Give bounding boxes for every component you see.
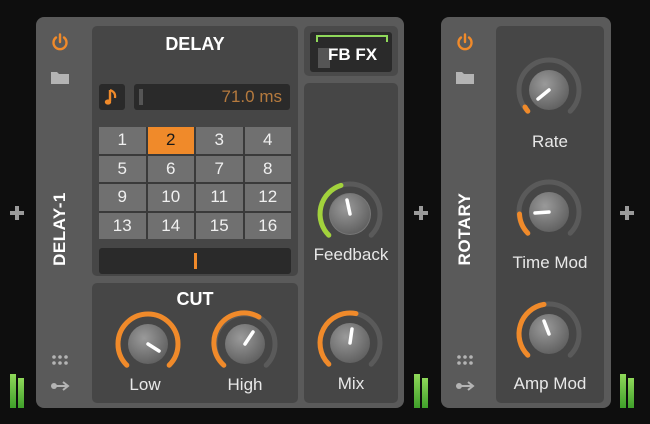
step-cell[interactable]: 7 <box>196 155 243 182</box>
step-cell[interactable]: 15 <box>196 212 243 239</box>
delay-step-grid: 1 2 3 4 5 6 7 8 9 10 11 12 13 14 15 16 <box>99 127 291 239</box>
delay-device: DELAY-1 DELAY 71.0 ms 1 2 3 4 5 6 7 8 9 10 11 12 13 1… <box>36 17 404 408</box>
add-device-button-right[interactable] <box>620 206 634 220</box>
feedback-knob[interactable] <box>314 178 386 250</box>
delay-title: DELAY <box>165 34 225 54</box>
step-cell[interactable]: 10 <box>147 184 194 211</box>
step-cell[interactable]: 11 <box>196 184 243 211</box>
rotary-sidebar: ROTARY <box>441 17 489 408</box>
step-cell[interactable]: 1 <box>99 127 146 154</box>
delay-offset-slider[interactable] <box>99 248 291 274</box>
power-icon[interactable] <box>456 33 474 51</box>
feedback-label: Feedback <box>313 245 389 264</box>
step-cell[interactable]: 16 <box>244 212 291 239</box>
step-cell[interactable]: 14 <box>147 212 194 239</box>
high-knob[interactable] <box>209 308 281 380</box>
level-meter-middle <box>414 374 430 408</box>
rate-knob[interactable] <box>513 54 585 126</box>
time-mod-knob[interactable] <box>513 176 585 248</box>
device-name-label: ROTARY <box>455 192 474 266</box>
step-cell[interactable]: 13 <box>99 212 146 239</box>
grid-dots-icon[interactable] <box>456 354 474 366</box>
add-device-button-middle[interactable] <box>414 206 428 220</box>
grid-dots-icon[interactable] <box>51 354 69 366</box>
feedback-mix-panel: Feedback Mix <box>304 83 398 403</box>
delay-time-indicator <box>139 89 143 105</box>
cut-panel: CUT Low High <box>92 283 298 403</box>
fbfx-panel: FB FX <box>304 26 398 76</box>
step-cell[interactable]: 4 <box>244 127 291 154</box>
mix-knob[interactable] <box>314 307 386 379</box>
high-label: High <box>227 375 263 394</box>
fbfx-label: FB FX <box>328 45 378 64</box>
fbfx-button[interactable]: FB FX <box>310 32 392 72</box>
note-icon <box>104 88 117 105</box>
device-name-label: DELAY-1 <box>50 192 69 266</box>
routing-arrow-icon[interactable] <box>455 381 475 391</box>
note-sync-button[interactable] <box>99 84 125 110</box>
rotary-device: ROTARY Rate Time Mod Amp Mod <box>441 17 611 408</box>
delay-offset-handle[interactable] <box>194 253 197 269</box>
cut-title: CUT <box>176 289 214 309</box>
step-cell[interactable]: 5 <box>99 155 146 182</box>
step-cell[interactable]: 9 <box>99 184 146 211</box>
amp-mod-label: Amp Mod <box>513 374 587 393</box>
power-icon[interactable] <box>51 33 69 51</box>
delay-time-field[interactable]: 71.0 ms <box>134 84 290 110</box>
rate-label: Rate <box>532 132 568 151</box>
delay-main-panel: DELAY 71.0 ms 1 2 3 4 5 6 7 8 9 10 11 12 13 14 15 16 <box>92 26 298 276</box>
low-label: Low <box>129 375 161 394</box>
add-device-button-left[interactable] <box>10 206 24 220</box>
time-mod-label: Time Mod <box>512 253 588 272</box>
mix-label: Mix <box>337 374 365 393</box>
step-cell[interactable]: 12 <box>244 184 291 211</box>
step-cell[interactable]: 3 <box>196 127 243 154</box>
step-cell[interactable]: 8 <box>244 155 291 182</box>
step-cell[interactable]: 2 <box>147 127 194 154</box>
fbfx-bracket <box>316 35 388 42</box>
low-knob[interactable] <box>112 308 184 380</box>
delay-sidebar: DELAY-1 <box>36 17 84 408</box>
amp-mod-knob[interactable] <box>513 298 585 370</box>
routing-arrow-icon[interactable] <box>50 381 70 391</box>
rotary-panel: Rate Time Mod Amp Mod <box>496 26 604 403</box>
folder-icon[interactable] <box>455 70 475 85</box>
delay-time-value: 71.0 ms <box>221 87 282 106</box>
step-cell[interactable]: 6 <box>147 155 194 182</box>
level-meter-left <box>10 374 26 408</box>
level-meter-right <box>620 374 636 408</box>
folder-icon[interactable] <box>50 70 70 85</box>
